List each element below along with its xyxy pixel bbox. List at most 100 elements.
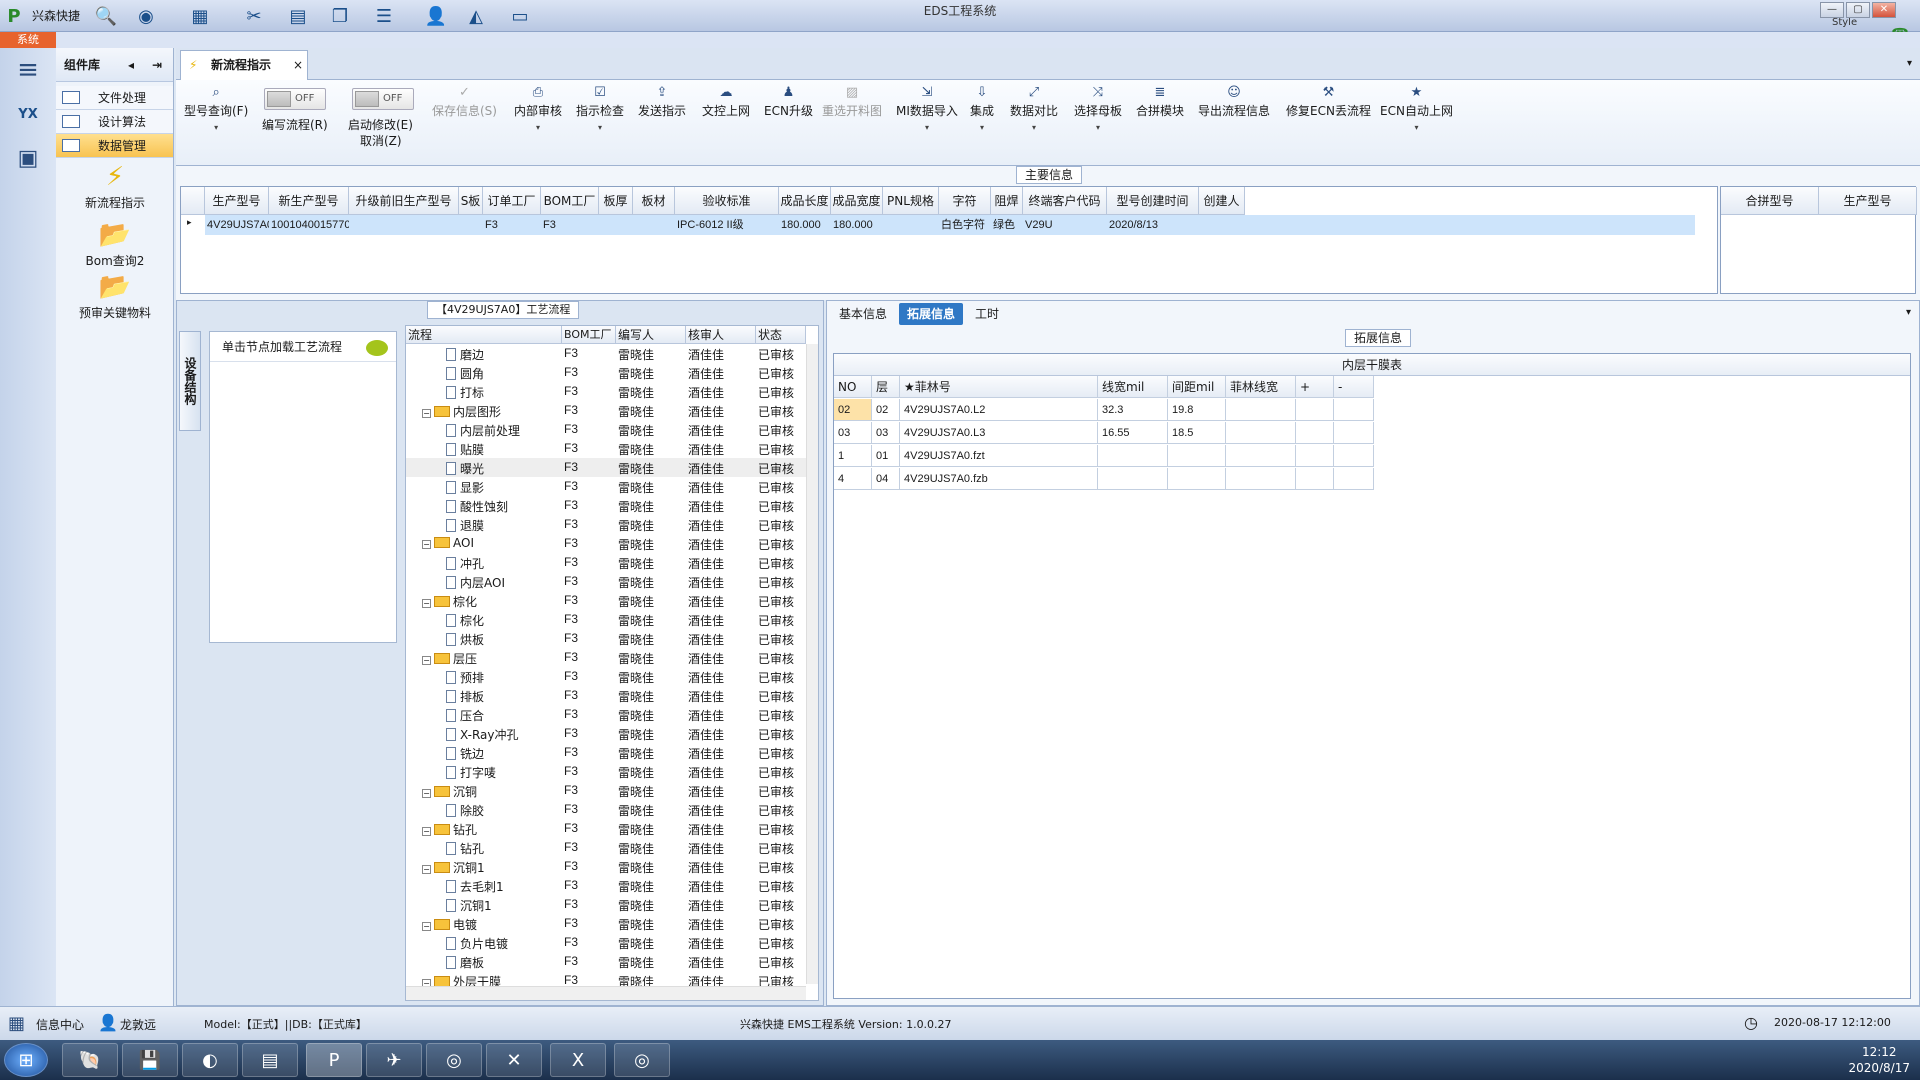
- tree-row[interactable]: − 层压 F3 雷晓佳 酒佳佳 已审核: [406, 648, 806, 667]
- grid-cell[interactable]: 4V29UJS7A0.fzb: [900, 468, 1098, 490]
- grid-cell[interactable]: 03: [872, 422, 900, 444]
- tree-row[interactable]: 内层AOI F3 雷晓佳 酒佳佳 已审核: [406, 572, 806, 591]
- eds-app-icon[interactable]: P: [306, 1043, 362, 1077]
- collapse-icon[interactable]: −: [422, 827, 431, 836]
- grid-column-header[interactable]: -: [1334, 376, 1374, 398]
- grid-cell[interactable]: [1226, 445, 1296, 467]
- column-header[interactable]: 终端客户代码: [1023, 187, 1107, 215]
- grid-cell[interactable]: [1296, 399, 1334, 421]
- info-center-label[interactable]: 信息中心: [36, 1016, 84, 1033]
- eye-app-icon[interactable]: ◎: [614, 1043, 670, 1077]
- tree-row[interactable]: 圆角 F3 雷晓佳 酒佳佳 已审核: [406, 363, 806, 382]
- grid-cell[interactable]: 19.8: [1168, 399, 1226, 421]
- tree-row[interactable]: X-Ray冲孔 F3 雷晓佳 酒佳佳 已审核: [406, 724, 806, 743]
- tool-new-flow[interactable]: ⚡ 新流程指示: [56, 160, 174, 211]
- tab-dropdown-icon[interactable]: ▾: [1907, 58, 1912, 69]
- column-header[interactable]: 创建人: [1199, 187, 1245, 215]
- column-header[interactable]: 新生产型号: [269, 187, 349, 215]
- grid-cell[interactable]: [1334, 468, 1374, 490]
- grid-column-header[interactable]: ★菲林号: [900, 376, 1098, 398]
- tree-row[interactable]: − 内层图形 F3 雷晓佳 酒佳佳 已审核: [406, 401, 806, 420]
- tool-bom-query[interactable]: 📂 Bom查询2: [56, 218, 174, 269]
- reselect-button[interactable]: ▨ 重选开料图: [822, 84, 882, 119]
- grid-column-header[interactable]: 层: [872, 376, 900, 398]
- grid-cell[interactable]: [1226, 468, 1296, 490]
- tree-row[interactable]: 磨板 F3 雷晓佳 酒佳佳 已审核: [406, 952, 806, 971]
- grid-cell[interactable]: [1168, 445, 1226, 467]
- column-header[interactable]: 生产型号: [205, 187, 269, 215]
- collapse-left-icon[interactable]: ◂: [128, 48, 134, 82]
- grid-cell[interactable]: [1226, 399, 1296, 421]
- tab-basic-info[interactable]: 基本信息: [831, 303, 895, 325]
- system-tab[interactable]: 系统: [0, 32, 56, 48]
- chevron-down-icon[interactable]: ▾: [1010, 123, 1058, 132]
- grid-cell[interactable]: 03: [834, 422, 872, 444]
- grid-cell[interactable]: [1334, 422, 1374, 444]
- internal-review-button[interactable]: ⎙ 内部审核 ▾: [514, 84, 562, 132]
- messenger-icon[interactable]: ✈: [366, 1043, 422, 1077]
- tree-row[interactable]: − 钻孔 F3 雷晓佳 酒佳佳 已审核: [406, 819, 806, 838]
- grid-cell[interactable]: [1098, 445, 1168, 467]
- component-item-data[interactable]: 数据管理: [56, 134, 173, 158]
- tree-row[interactable]: 显影 F3 雷晓佳 酒佳佳 已审核: [406, 477, 806, 496]
- grid-cell[interactable]: 4: [834, 468, 872, 490]
- grid-cell[interactable]: [1296, 422, 1334, 444]
- grid-cell[interactable]: [1296, 468, 1334, 490]
- grid-cell[interactable]: 01: [872, 445, 900, 467]
- chevron-down-icon[interactable]: ▾: [1074, 123, 1122, 132]
- column-header[interactable]: BOM工厂: [541, 187, 599, 215]
- tree-row[interactable]: 烘板 F3 雷晓佳 酒佳佳 已审核: [406, 629, 806, 648]
- notepad-icon[interactable]: ▤: [242, 1043, 298, 1077]
- send-button[interactable]: ⇪ 发送指示: [638, 84, 686, 119]
- chevron-down-icon[interactable]: ▾: [576, 123, 624, 132]
- tree-row[interactable]: − AOI F3 雷晓佳 酒佳佳 已审核: [406, 534, 806, 553]
- grid-column-header[interactable]: 线宽mil: [1098, 376, 1168, 398]
- explorer-icon[interactable]: 🐚: [62, 1043, 118, 1077]
- tree-row[interactable]: 压合 F3 雷晓佳 酒佳佳 已审核: [406, 705, 806, 724]
- grid-cell[interactable]: [1098, 468, 1168, 490]
- integrate-button[interactable]: ⇩ 集成 ▾: [970, 84, 994, 132]
- chevron-down-icon[interactable]: ▾: [184, 123, 248, 132]
- column-header[interactable]: 升级前旧生产型号: [349, 187, 459, 215]
- component-item-file[interactable]: 文件处理: [56, 86, 173, 110]
- check-button[interactable]: ☑ 指示检查 ▾: [576, 84, 624, 132]
- grid-cell[interactable]: 16.55: [1098, 422, 1168, 444]
- write-flow-toggle[interactable]: OFF: [264, 88, 326, 110]
- menu-icon[interactable]: ≡: [8, 50, 48, 90]
- excel-icon[interactable]: X: [550, 1043, 606, 1077]
- ecn-auto-button[interactable]: ★ ECN自动上网 ▾: [1380, 84, 1453, 132]
- column-header[interactable]: 成品宽度: [831, 187, 883, 215]
- pin-icon[interactable]: ⇥: [152, 48, 162, 82]
- chevron-down-icon[interactable]: ▾: [970, 123, 994, 132]
- grid-cell[interactable]: [1226, 422, 1296, 444]
- column-header[interactable]: 阻焊: [991, 187, 1023, 215]
- column-header[interactable]: 成品长度: [779, 187, 831, 215]
- grid-cell[interactable]: [1168, 468, 1226, 490]
- grid-cell[interactable]: 04: [872, 468, 900, 490]
- grid-cell[interactable]: 32.3: [1098, 399, 1168, 421]
- grid-cell[interactable]: 18.5: [1168, 422, 1226, 444]
- equipment-structure-tab[interactable]: 设备结构: [179, 331, 201, 431]
- collapse-icon[interactable]: −: [422, 656, 431, 665]
- tree-row[interactable]: 内层前处理 F3 雷晓佳 酒佳佳 已审核: [406, 420, 806, 439]
- minimize-button[interactable]: —: [1820, 2, 1844, 18]
- tree-row[interactable]: 预排 F3 雷晓佳 酒佳佳 已审核: [406, 667, 806, 686]
- tool-x-icon[interactable]: ✕: [486, 1043, 542, 1077]
- column-header[interactable]: 板材: [633, 187, 675, 215]
- grid-cell[interactable]: 02: [834, 399, 872, 421]
- column-header[interactable]: PNL规格: [883, 187, 939, 215]
- tree-row[interactable]: 除胶 F3 雷晓佳 酒佳佳 已审核: [406, 800, 806, 819]
- tab-work-hours[interactable]: 工时: [967, 303, 1007, 325]
- column-header[interactable]: 字符: [939, 187, 991, 215]
- component-item-algorithm[interactable]: 设计算法: [56, 110, 173, 134]
- export-flow-button[interactable]: ☺ 导出流程信息: [1198, 84, 1270, 119]
- collapse-icon[interactable]: −: [422, 599, 431, 608]
- tree-row[interactable]: 退膜 F3 雷晓佳 酒佳佳 已审核: [406, 515, 806, 534]
- tree-row[interactable]: 去毛刺1 F3 雷晓佳 酒佳佳 已审核: [406, 876, 806, 895]
- tree-row[interactable]: − 棕化 F3 雷晓佳 酒佳佳 已审核: [406, 591, 806, 610]
- tree-row[interactable]: 磨边 F3 雷晓佳 酒佳佳 已审核: [406, 344, 806, 363]
- grid-cell[interactable]: 4V29UJS7A0.L2: [900, 399, 1098, 421]
- yx-logo-icon[interactable]: YX: [8, 94, 48, 134]
- grid-column-header[interactable]: 菲林线宽: [1226, 376, 1296, 398]
- save-disk-icon[interactable]: 💾: [122, 1043, 178, 1077]
